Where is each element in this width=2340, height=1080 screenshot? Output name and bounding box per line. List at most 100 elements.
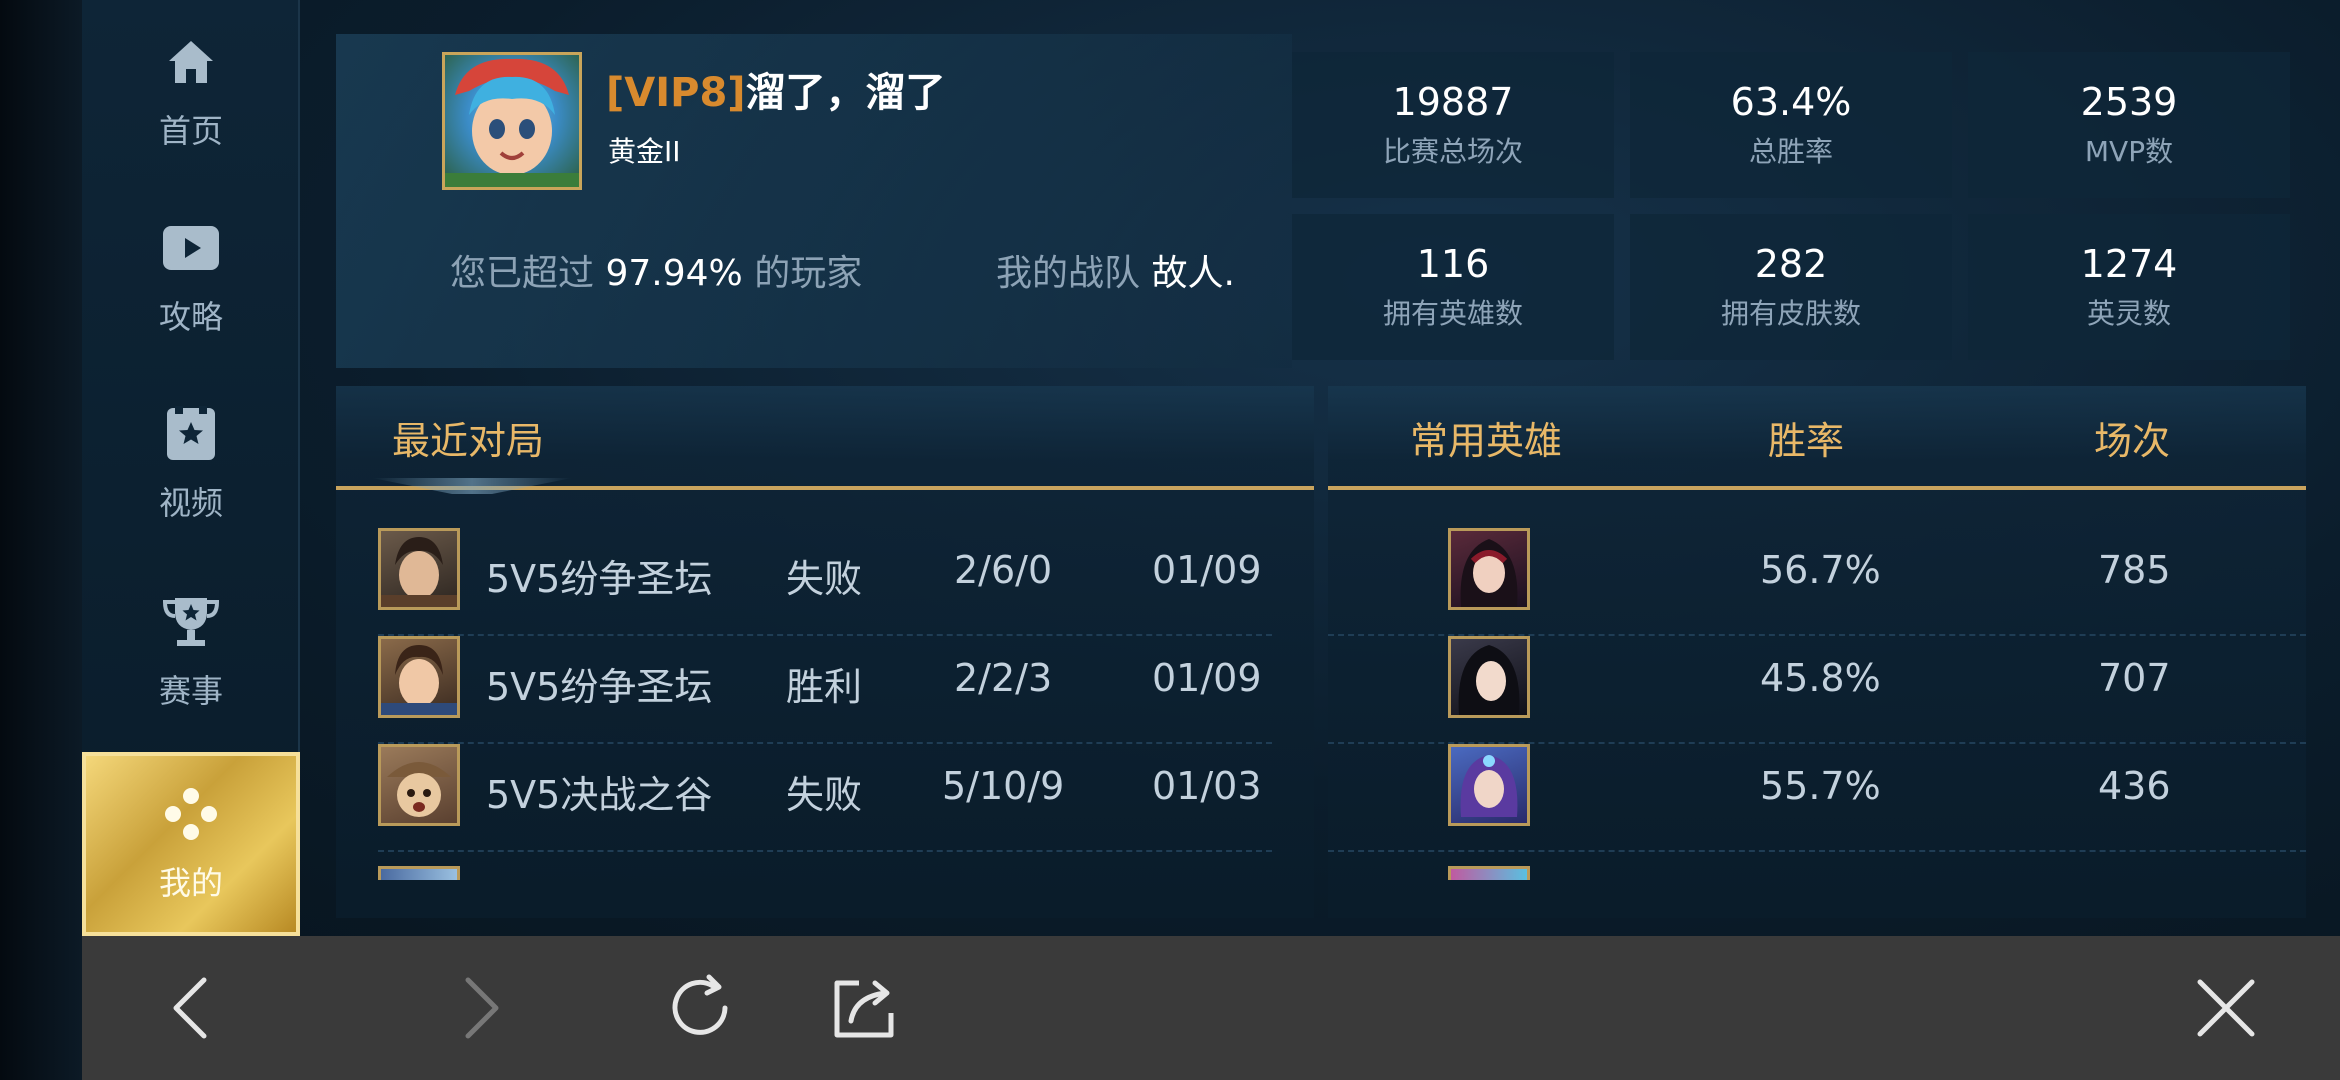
col-header-games: 场次 [2094,419,2171,463]
col-header-hero: 常用英雄 [1410,419,1563,463]
hero-row[interactable]: 55.7% 436 [1328,744,2306,866]
app-window: 首页 攻略 视频 赛事 我的 [VIP8]溜了，溜了 黄金II 您已超过 97.… [82,0,2340,936]
stat-total-games: 19887 比赛总场次 [1292,52,1614,198]
share-icon [834,980,894,1038]
match-mode: 5V5纷争圣坛 [486,557,713,601]
sidebar-item-mine[interactable]: 我的 [82,752,300,936]
refresh-button[interactable] [660,968,740,1048]
forward-arrow-icon [465,977,499,1039]
stat-label: 比赛总场次 [1382,135,1523,168]
match-mode: 5V5纷争圣坛 [486,665,713,709]
hero-portrait [378,636,460,718]
tab-recent-matches[interactable]: 最近对局 [392,410,544,465]
divider [1328,486,2306,490]
player-nickname: 溜了，溜了 [745,70,946,116]
hero-games: 785 [2098,548,2171,592]
stat-heroes-owned: 116 拥有英雄数 [1292,214,1614,360]
match-kda: 2/2/3 [954,656,1053,700]
refresh-icon [672,974,728,1035]
gamepad-icon [161,784,221,844]
stat-value: 63.4% [1730,80,1852,124]
match-result: 失败 [786,557,863,601]
stat-value: 1274 [2080,242,2178,286]
match-mode: 5V5决战之谷 [486,773,713,817]
hero-portrait [378,528,460,610]
stat-skins-owned: 282 拥有皮肤数 [1630,214,1952,360]
close-icon [2197,979,2255,1037]
screen-left-edge [0,0,82,1080]
hero-winrate: 55.7% [1760,764,1881,808]
sidebar-item-home[interactable]: 首页 [82,0,300,184]
match-date: 01/03 [1152,764,1262,808]
exceed-percent: 97.94% [605,253,743,294]
stat-label: MVP数 [2084,135,2174,168]
hero-games: 707 [2098,656,2171,700]
hero-portrait [1448,636,1530,718]
match-date: 01/09 [1152,548,1262,592]
stat-spirits: 1274 英灵数 [1968,214,2290,360]
match-result: 胜利 [786,665,863,709]
recent-matches-panel: 最近对局 5V5纷争圣坛 失败 2/6/0 01/09 5V5纷争圣坛 胜利 2… [336,386,1314,918]
stat-mvp: 2539 MVP数 [1968,52,2290,198]
col-header-winrate: 胜率 [1768,419,1845,463]
video-play-icon [161,218,221,278]
stat-label: 拥有英雄数 [1382,297,1523,330]
hero-winrate: 56.7% [1760,548,1881,592]
sidebar-item-guide[interactable]: 攻略 [82,186,300,370]
exceed-suffix: 的玩家 [754,253,863,294]
match-date: 01/09 [1152,656,1262,700]
exceed-text: 您已超过 97.94% 的玩家 [450,244,862,296]
stat-value: 282 [1754,242,1828,286]
avatar[interactable] [442,52,582,190]
row-divider [1328,850,2306,852]
back-arrow-icon [173,977,207,1039]
hero-portrait-partial [1448,866,1530,880]
hero-games: 436 [2098,764,2171,808]
sidebar-item-label: 攻略 [158,298,223,336]
home-icon [161,32,221,92]
stat-label: 英灵数 [2086,297,2171,330]
common-heroes-panel: 常用英雄 胜率 场次 56.7% 785 45.8% 707 55.7% 436 [1328,386,2306,918]
sidebar: 首页 攻略 视频 赛事 我的 [82,0,300,936]
hero-portrait [378,744,460,826]
sidebar-item-events[interactable]: 赛事 [82,560,300,744]
sidebar-item-label: 赛事 [158,672,223,710]
back-button[interactable] [150,968,230,1048]
stat-value: 2539 [2080,80,2178,124]
row-divider [378,850,1272,852]
vip-badge: [VIP8] [606,70,746,116]
hero-portrait [1448,744,1530,826]
hero-winrate: 45.8% [1760,656,1881,700]
exceed-prefix: 您已超过 [450,253,595,294]
stat-label: 总胜率 [1748,135,1833,168]
close-button[interactable] [2186,968,2266,1048]
sidebar-item-label: 视频 [158,484,223,522]
sidebar-item-video[interactable]: 视频 [82,372,300,556]
hero-row[interactable]: 56.7% 785 [1328,528,2306,650]
stat-value: 19887 [1392,80,1514,124]
match-row[interactable]: 5V5纷争圣坛 失败 2/6/0 01/09 [336,528,1314,636]
sidebar-item-label: 首页 [158,112,223,150]
match-row[interactable]: 5V5纷争圣坛 胜利 2/2/3 01/09 [336,636,1314,744]
team-info[interactable]: 我的战队 故人. [996,244,1235,296]
stat-label: 拥有皮肤数 [1720,297,1861,330]
stat-value: 116 [1416,242,1490,286]
browser-toolbar [82,936,2340,1080]
stat-win-rate: 63.4% 总胜率 [1630,52,1952,198]
team-label: 我的战队 [996,253,1141,294]
team-name: 故人. [1151,253,1235,294]
match-kda: 5/10/9 [942,764,1065,808]
hero-portrait [1448,528,1530,610]
player-name: [VIP8]溜了，溜了 [606,60,946,118]
match-result: 失败 [786,773,863,817]
forward-button[interactable] [442,968,522,1048]
sidebar-item-label: 我的 [158,864,223,902]
match-kda: 2/6/0 [954,548,1053,592]
hero-row[interactable]: 45.8% 707 [1328,636,2306,758]
share-button[interactable] [824,968,904,1048]
player-rank: 黄金II [608,135,681,168]
match-row[interactable]: 5V5决战之谷 失败 5/10/9 01/03 [336,744,1314,852]
trophy-icon [161,592,221,652]
hero-portrait-partial [378,866,460,880]
film-star-icon [161,404,221,464]
